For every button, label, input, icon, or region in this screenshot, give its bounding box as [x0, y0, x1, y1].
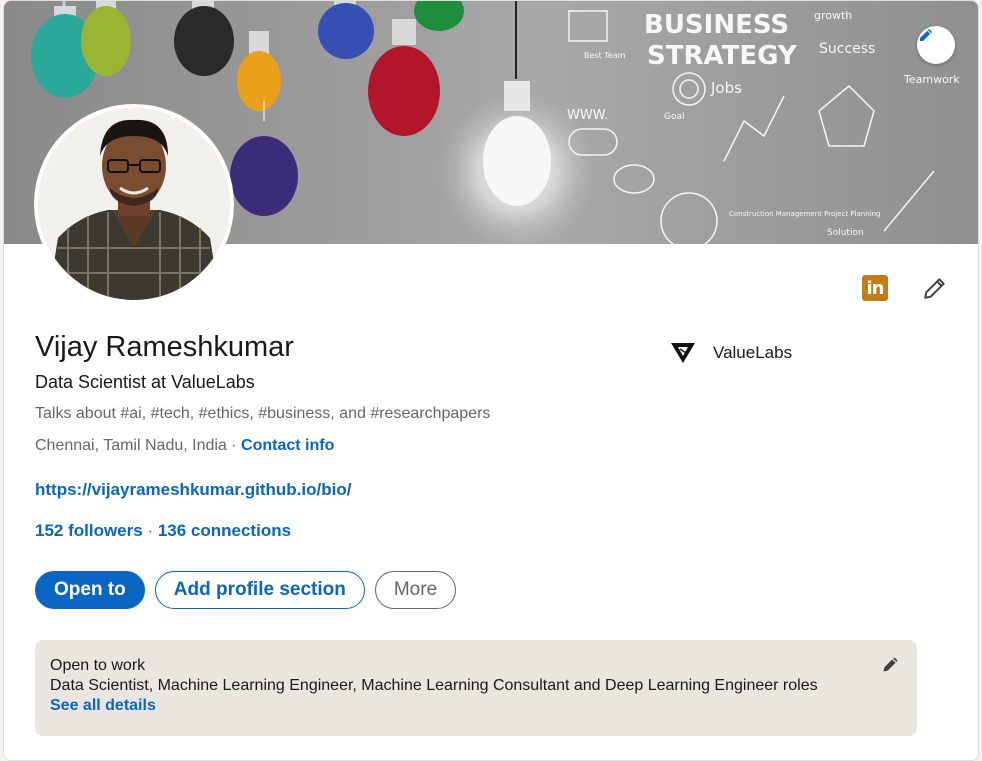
pencil-icon[interactable]	[922, 275, 948, 301]
pencil-icon	[920, 29, 932, 41]
banner-word-jobs: Jobs	[710, 79, 742, 97]
open-to-work-panel: Open to work Data Scientist, Machine Lea…	[35, 640, 917, 736]
bulb-red	[368, 19, 440, 136]
more-button[interactable]: More	[374, 571, 457, 609]
banner-word-construction: Construction Management Project Planning	[729, 210, 880, 218]
profile-avatar[interactable]	[34, 104, 234, 304]
banner-word-teamwork: Teamwork	[903, 73, 960, 86]
banner-words: BUSINESS STRATEGY Success Jobs Teamwork …	[567, 9, 960, 238]
profile-stats: 152 followers · 136 connections	[35, 521, 291, 541]
profile-location: Chennai, Tamil Nadu, India	[35, 437, 227, 454]
edit-banner-button[interactable]	[917, 26, 955, 64]
company-name: ValueLabs	[713, 343, 793, 362]
bulb-green-small	[414, 1, 464, 31]
linkedin-icon[interactable]: in	[862, 275, 888, 301]
stats-separator: ·	[142, 521, 158, 540]
connections-link[interactable]: 136 connections	[158, 521, 291, 540]
bulb-black	[174, 1, 234, 76]
banner-word-best-team: Best Team	[584, 51, 626, 60]
profile-name: Vijay Rameshkumar	[35, 331, 294, 363]
banner-word-strategy: STRATEGY	[647, 41, 798, 71]
avatar-photo	[38, 108, 230, 300]
banner-word-solution: Solution	[827, 228, 864, 238]
banner-word-www: WWW.	[567, 108, 608, 123]
followers-link[interactable]: 152 followers	[35, 521, 143, 540]
bulb-blue	[318, 1, 374, 59]
pencil-icon[interactable]	[881, 654, 901, 674]
banner-word-business: BUSINESS	[644, 10, 789, 40]
open-to-work-roles: Data Scientist, Machine Learning Enginee…	[50, 677, 818, 694]
profile-card: BUSINESS STRATEGY Success Jobs Teamwork …	[3, 0, 979, 761]
profile-actions: Open to Add profile section More	[35, 571, 457, 609]
bulb-orange	[237, 31, 281, 111]
profile-headline: Data Scientist at ValueLabs	[35, 372, 255, 392]
banner-word-success: Success	[819, 41, 875, 57]
location-separator: ·	[226, 437, 242, 454]
header-actions: in	[862, 275, 948, 301]
profile-talks-about: Talks about #ai, #tech, #ethics, #busine…	[35, 405, 491, 422]
bulb-green	[81, 1, 131, 76]
contact-info-link[interactable]: Contact info	[241, 437, 334, 454]
see-all-details-link[interactable]: See all details	[50, 697, 156, 715]
website-link[interactable]: https://vijayrameshkumar.github.io/bio/	[35, 480, 351, 500]
open-to-work-title: Open to work	[50, 657, 146, 674]
banner-word-growth: growth	[814, 9, 852, 22]
profile-location-line: Chennai, Tamil Nadu, India · Contact inf…	[35, 437, 334, 455]
current-company[interactable]: ValueLabs	[669, 339, 792, 367]
banner-word-goal: Goal	[664, 112, 685, 122]
bulb-purple	[230, 101, 298, 216]
add-profile-section-button[interactable]: Add profile section	[154, 571, 365, 609]
open-to-button[interactable]: Open to	[35, 571, 145, 609]
valuelabs-logo-icon	[671, 343, 695, 363]
